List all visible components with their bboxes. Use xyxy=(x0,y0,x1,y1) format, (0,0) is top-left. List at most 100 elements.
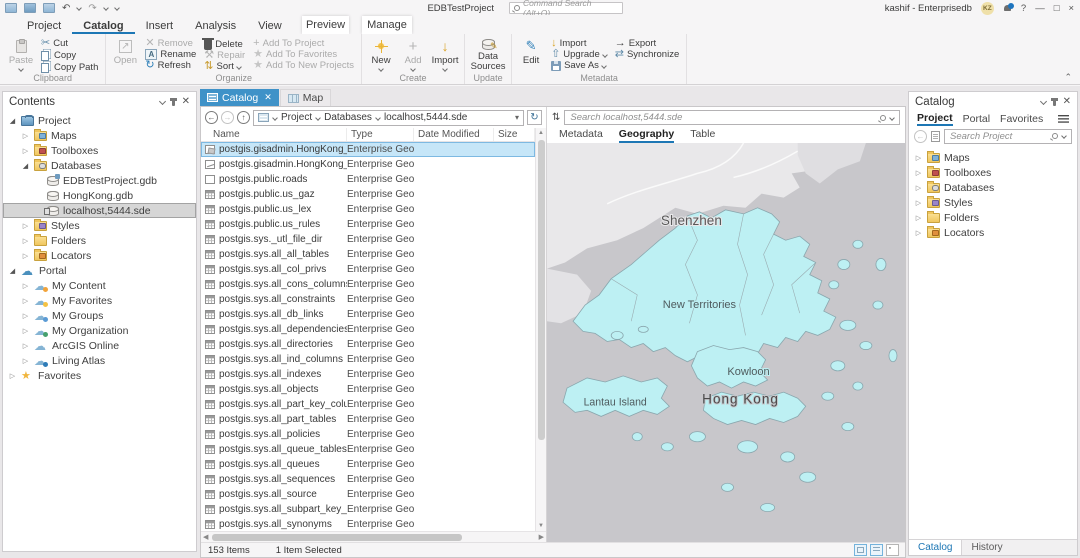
breadcrumb[interactable]: Project Databases localhost,5444.sde ▾ xyxy=(253,110,524,126)
undo-icon[interactable]: ↶ xyxy=(62,3,70,14)
tab-metadata[interactable]: Metadata xyxy=(559,128,603,143)
table-row[interactable]: postgis.sys.all_indexes Enterprise Geoda… xyxy=(201,367,535,382)
table-row[interactable]: postgis.sys.all_ind_columns Enterprise G… xyxy=(201,352,535,367)
table-row[interactable]: postgis.public.us_lex Enterprise Geodata xyxy=(201,202,535,217)
back-button[interactable]: ← xyxy=(914,130,927,143)
table-row[interactable]: postgis.public.us_gaz Enterprise Geodata xyxy=(201,187,535,202)
upgrade-metadata-button[interactable]: ⇧Upgrade xyxy=(551,49,607,60)
geography-preview-map[interactable]: Shenzhen New Territories Kowloon Hong Ko… xyxy=(547,143,905,542)
undo-dropdown-icon[interactable] xyxy=(77,5,83,11)
tab-favorites[interactable]: Favorites xyxy=(1000,113,1043,125)
pin-icon[interactable] xyxy=(172,98,175,106)
tree-item[interactable]: Databases xyxy=(909,180,1077,195)
breadcrumb-segment[interactable]: Databases xyxy=(324,112,380,123)
back-button[interactable]: ← xyxy=(205,111,218,124)
expand-icon[interactable] xyxy=(21,297,30,305)
cut-button[interactable]: ✂Cut xyxy=(41,38,98,49)
copy-path-button[interactable]: Copy Path xyxy=(41,61,98,73)
close-tab-icon[interactable]: ✕ xyxy=(264,92,272,103)
bottom-tab-history[interactable]: History xyxy=(962,540,1011,555)
breadcrumb-root-dropdown-icon[interactable] xyxy=(272,115,278,121)
delete-button[interactable]: Delete xyxy=(204,38,245,50)
ribbon-tab-catalog[interactable]: Catalog xyxy=(72,17,134,34)
scrollbar-thumb[interactable] xyxy=(212,534,462,541)
table-row[interactable]: postgis.sys.all_policies Enterprise Geod… xyxy=(201,427,535,442)
breadcrumb-current[interactable]: localhost,5444.sde xyxy=(384,112,467,123)
column-header-name[interactable]: Name xyxy=(201,128,347,141)
location-dropdown-icon[interactable]: ▾ xyxy=(515,113,519,122)
close-panel-icon[interactable]: ✕ xyxy=(1063,96,1071,107)
bottom-tab-catalog[interactable]: Catalog xyxy=(909,540,962,555)
tree-item[interactable]: My Organization xyxy=(3,323,196,338)
expand-icon[interactable] xyxy=(21,357,30,365)
up-button[interactable]: ↑ xyxy=(237,111,250,124)
table-row[interactable]: postgis.sys._utl_file_dir Enterprise Geo… xyxy=(201,232,535,247)
tree-item[interactable]: Locators xyxy=(3,248,196,263)
import-button[interactable]: ↓ Import xyxy=(430,37,460,72)
forward-button[interactable]: → xyxy=(221,111,234,124)
new-project-icon[interactable] xyxy=(5,3,17,13)
breadcrumb-segment[interactable]: Project xyxy=(281,112,320,123)
table-row[interactable]: postgis.sys.all_part_key_columns Enterpr… xyxy=(201,397,535,412)
new-button[interactable]: New xyxy=(366,37,396,72)
table-row[interactable]: postgis.gisadmin.HongKong_Proj... Enterp… xyxy=(201,142,535,157)
expand-icon[interactable] xyxy=(914,214,923,222)
search-options-icon[interactable] xyxy=(889,115,895,121)
tree-item[interactable]: Maps xyxy=(3,128,196,143)
data-sources-button[interactable]: ✎ Data Sources xyxy=(469,37,507,72)
table-row[interactable]: postgis.sys.all_constraints Enterprise G… xyxy=(201,292,535,307)
sort-button[interactable]: ⇅Sort xyxy=(204,61,245,72)
tree-item[interactable]: Styles xyxy=(909,195,1077,210)
tree-item[interactable]: My Content xyxy=(3,278,196,293)
add-to-favorites-button[interactable]: ★Add To Favorites xyxy=(253,49,354,60)
tree-item[interactable]: EDBTestProject.gdb xyxy=(3,173,196,188)
view-mode-details-icon[interactable] xyxy=(854,544,867,556)
refresh-button[interactable]: ↻Refresh xyxy=(145,60,196,71)
open-button[interactable]: ↗ Open xyxy=(110,37,140,72)
preview-search-input[interactable]: Search localhost,5444.sde xyxy=(564,110,900,125)
column-header-size[interactable]: Size xyxy=(494,128,535,141)
ribbon-tab-view[interactable]: View xyxy=(247,17,293,34)
breadcrumb-root-icon[interactable] xyxy=(258,113,269,122)
expand-icon[interactable] xyxy=(21,252,30,260)
tree-item[interactable]: Toolboxes xyxy=(3,143,196,158)
expand-icon[interactable] xyxy=(8,267,17,275)
table-row[interactable]: postgis.sys.all_dependencies Enterprise … xyxy=(201,322,535,337)
project-search-input[interactable]: Search Project xyxy=(944,129,1072,144)
copy-button[interactable]: Copy xyxy=(41,49,98,61)
refresh-location-icon[interactable]: ↻ xyxy=(527,110,542,125)
rename-button[interactable]: ARename xyxy=(145,49,196,60)
view-tab-map[interactable]: Map xyxy=(280,89,331,106)
tab-project[interactable]: Project xyxy=(917,112,953,126)
scrollbar-thumb[interactable] xyxy=(538,140,545,440)
expand-icon[interactable] xyxy=(21,237,30,245)
close-panel-icon[interactable]: ✕ xyxy=(182,96,190,107)
tree-item[interactable]: Styles xyxy=(3,218,196,233)
column-header-date-modified[interactable]: Date Modified xyxy=(414,128,494,141)
synchronize-metadata-button[interactable]: ⇄Synchronize xyxy=(615,49,680,60)
table-row[interactable]: postgis.sys.all_queue_tables Enterprise … xyxy=(201,442,535,457)
restore-button[interactable]: □ xyxy=(1054,3,1060,14)
collapse-ribbon-icon[interactable]: ⌃ xyxy=(1064,72,1072,83)
table-row[interactable]: postgis.public.roads Enterprise Geodata xyxy=(201,172,535,187)
expand-icon[interactable] xyxy=(914,154,923,162)
close-button[interactable]: × xyxy=(1068,3,1074,14)
command-search-input[interactable]: Command Search (Alt+Q) xyxy=(509,2,623,14)
customize-qat-icon[interactable] xyxy=(114,5,120,11)
save-project-icon[interactable] xyxy=(43,3,55,13)
expand-icon[interactable] xyxy=(21,282,30,290)
table-row[interactable]: postgis.sys.all_sequences Enterprise Geo… xyxy=(201,472,535,487)
tree-item[interactable]: Toolboxes xyxy=(909,165,1077,180)
tree-item[interactable]: Living Atlas xyxy=(3,353,196,368)
redo-icon[interactable]: ↷ xyxy=(88,3,96,14)
signed-in-user[interactable]: kashif - Enterprisedb xyxy=(885,3,972,14)
table-row[interactable]: postgis.sys.all_db_links Enterprise Geod… xyxy=(201,307,535,322)
open-project-icon[interactable] xyxy=(24,3,36,13)
view-mode-list-icon[interactable] xyxy=(870,544,883,556)
ribbon-tab-manage[interactable]: Manage xyxy=(362,16,412,34)
table-row[interactable]: postgis.sys.all_part_tables Enterprise G… xyxy=(201,412,535,427)
tab-geography[interactable]: Geography xyxy=(619,128,674,143)
tab-portal[interactable]: Portal xyxy=(963,113,990,125)
tree-item[interactable]: My Groups xyxy=(3,308,196,323)
expand-icon[interactable] xyxy=(21,162,30,170)
